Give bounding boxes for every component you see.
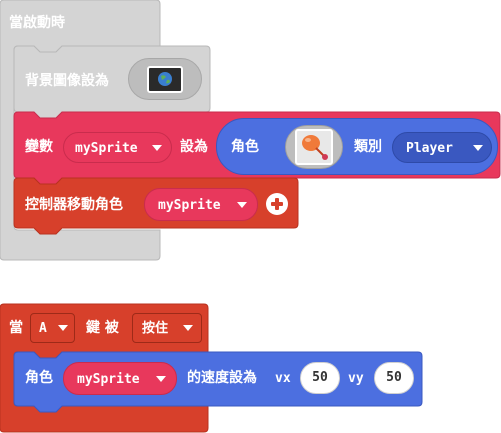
kind-dropdown-value: Player	[406, 141, 453, 156]
set-velocity-label: 的速度設為	[187, 370, 257, 386]
variable-dropdown-value: mySprite	[75, 141, 138, 156]
vx-label: vx	[275, 371, 291, 386]
earth-image-icon	[147, 66, 183, 93]
vx-input[interactable]: 50	[300, 362, 340, 394]
kind-label: 類別	[354, 139, 382, 155]
move-sprite-dropdown-value: mySprite	[158, 198, 221, 213]
vy-input[interactable]: 50	[374, 362, 414, 394]
move-sprite-dropdown[interactable]: mySprite	[144, 188, 258, 221]
create-sprite-block[interactable]: 角色 類別 Player	[216, 118, 498, 175]
vy-label: vy	[348, 371, 364, 386]
chevron-down-icon	[183, 325, 193, 331]
velocity-sprite-label: 角色	[25, 370, 53, 386]
chevron-down-icon	[152, 145, 162, 151]
chevron-down-icon	[473, 145, 483, 151]
velocity-sprite-dropdown-value: mySprite	[77, 372, 140, 387]
chevron-down-icon	[58, 325, 68, 331]
set-to-label: 設為	[180, 139, 208, 155]
set-background-label: 背景圖像設為	[25, 73, 109, 89]
button-dropdown-value: A	[39, 321, 47, 336]
when-label: 當	[9, 320, 23, 336]
event-dropdown[interactable]: 按住	[132, 313, 202, 343]
sprite-label: 角色	[231, 139, 259, 155]
button-dropdown[interactable]: A	[30, 313, 75, 343]
background-image-picker[interactable]	[128, 58, 202, 100]
kind-dropdown[interactable]: Player	[392, 132, 492, 163]
sprite-image-picker[interactable]	[285, 125, 343, 169]
move-with-buttons-label: 控制器移動角色	[25, 197, 123, 213]
vx-value: 50	[312, 370, 328, 385]
plus-icon[interactable]	[266, 193, 288, 215]
key-pressed-label: 鍵 被	[86, 320, 119, 336]
velocity-sprite-dropdown[interactable]: mySprite	[63, 362, 177, 395]
chevron-down-icon	[156, 376, 166, 382]
event-dropdown-value: 按住	[142, 321, 169, 336]
balloon-sprite-icon	[295, 129, 333, 165]
on-start-label: 當啟動時	[9, 15, 65, 31]
set-variable-label: 變數	[25, 139, 53, 155]
vy-value: 50	[386, 370, 402, 385]
chevron-down-icon	[237, 202, 247, 208]
variable-dropdown[interactable]: mySprite	[63, 132, 172, 163]
